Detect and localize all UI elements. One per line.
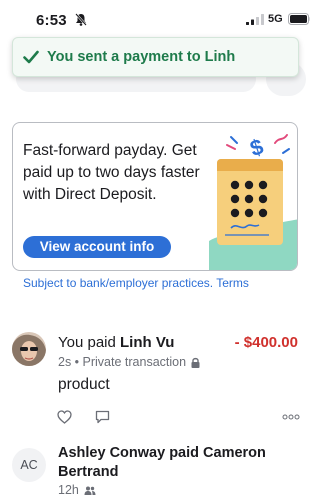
payment-success-toast: You sent a payment to Linh	[12, 37, 299, 77]
more-options-icon[interactable]	[282, 414, 300, 420]
recipient-name[interactable]: Linh Vu	[120, 334, 174, 351]
payment-description: Ashley Conway paid Cameron Bertrand	[58, 445, 266, 480]
transaction-visibility: Private transaction	[82, 355, 187, 369]
view-account-info-button[interactable]: View account info	[23, 236, 171, 258]
checkmark-icon	[23, 50, 39, 64]
transaction-meta: 2s • Private transaction	[58, 355, 200, 369]
avatar[interactable]: AC	[12, 448, 46, 482]
feed-item[interactable]: You paid Linh Vu - $400.00 2s • Private …	[0, 326, 310, 436]
promo-headline: Fast-forward payday. Get paid up to two …	[23, 142, 200, 203]
svg-text:$: $	[247, 134, 266, 162]
payment-description: You paid Linh Vu	[58, 334, 174, 351]
payment-prefix: You paid	[58, 334, 116, 351]
avatar[interactable]	[12, 332, 46, 366]
avatar-photo-icon	[12, 332, 46, 366]
heart-icon[interactable]	[57, 410, 72, 424]
terms-disclaimer-link[interactable]: Subject to bank/employer practices. Term…	[23, 276, 249, 290]
payment-note: product	[58, 376, 110, 393]
bell-off-icon	[75, 13, 87, 26]
meta-separator: •	[71, 355, 83, 369]
calendar-illustration: $	[209, 134, 297, 270]
friends-icon	[84, 486, 96, 495]
signal-icon	[246, 14, 264, 25]
transaction-time: 2s	[58, 355, 72, 369]
status-bar: 6:53 5G	[0, 0, 310, 36]
payment-amount: - $400.00	[234, 334, 298, 351]
network-type: 5G	[268, 13, 283, 25]
status-time: 6:53	[36, 12, 67, 29]
direct-deposit-promo-card[interactable]: Fast-forward payday. Get paid up to two …	[12, 122, 298, 271]
toast-message: You sent a payment to Linh	[47, 49, 236, 65]
lock-icon	[191, 357, 200, 368]
transaction-time: 12h	[58, 483, 79, 497]
transaction-meta: 12h	[58, 483, 96, 497]
comment-icon[interactable]	[95, 410, 110, 424]
battery-icon	[288, 13, 310, 25]
feed-item[interactable]: AC Ashley Conway paid Cameron Bertrand 1…	[0, 440, 310, 500]
app-screen: 6:53 5G You sent a payment to Linh Fast-…	[0, 0, 310, 500]
